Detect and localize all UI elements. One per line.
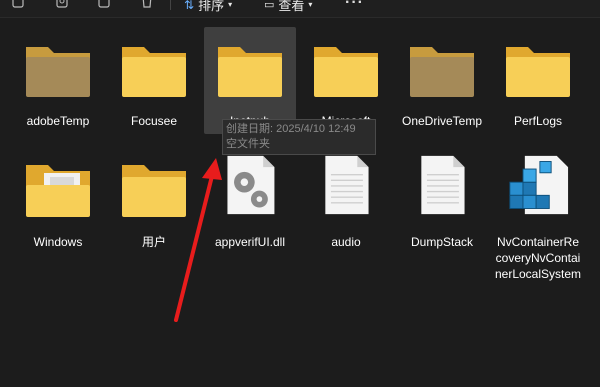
sort-icon: ⇅	[184, 0, 195, 12]
copy-icon[interactable]	[11, 0, 25, 8]
item-label: Focusee	[130, 114, 178, 128]
folder-icon	[314, 47, 378, 97]
command-bar: ⇅ 排序 ▾ ▭ 查看 ▾ ···	[0, 0, 600, 18]
item-label: OneDriveTemp	[401, 114, 483, 128]
item-label: Windows	[33, 235, 83, 249]
more-options-button[interactable]: ···	[345, 0, 364, 12]
folder-icon	[410, 47, 474, 97]
paste-icon[interactable]	[55, 0, 69, 8]
sort-label: 排序	[198, 0, 225, 13]
generic-file-icon	[421, 155, 465, 215]
folder-icon	[26, 47, 90, 97]
folder-item[interactable]: Windows	[10, 150, 106, 260]
item-label: NvContainerRecoveryNvContainerLocalSyste…	[494, 235, 582, 281]
toolbar-separator	[170, 0, 171, 10]
chevron-down-icon: ▾	[308, 0, 313, 9]
windows-folder-icon	[26, 165, 90, 217]
folder-icon	[122, 165, 186, 217]
view-label: 查看	[278, 0, 305, 13]
registry-cube-icon	[509, 155, 569, 215]
file-item[interactable]: DumpStack	[394, 150, 490, 260]
tooltip-created-date: 创建日期: 2025/4/10 12:49	[226, 123, 356, 135]
folder-item[interactable]: 用户	[106, 150, 202, 260]
file-item[interactable]: audio	[298, 150, 394, 260]
item-label: adobeTemp	[26, 114, 90, 128]
folder-item[interactable]: OneDriveTemp	[394, 28, 490, 138]
file-item[interactable]: NvContainerRecoveryNvContainerLocalSyste…	[490, 150, 586, 310]
sort-button[interactable]: ⇅ 排序 ▾	[184, 0, 232, 14]
item-label: DumpStack	[410, 235, 474, 249]
generic-file-icon	[325, 155, 369, 215]
chevron-down-icon: ▾	[228, 0, 233, 9]
folder-item[interactable]: adobeTemp	[10, 28, 106, 138]
share-icon[interactable]	[97, 0, 111, 8]
item-label: appverifUI.dll	[214, 235, 286, 249]
view-icon: ▭	[264, 0, 275, 11]
delete-icon[interactable]	[140, 0, 154, 8]
folder-item[interactable]: Focusee	[106, 28, 202, 138]
item-label: audio	[331, 235, 361, 249]
folder-icon	[506, 47, 570, 97]
item-label: 用户	[141, 235, 166, 249]
file-item[interactable]: appverifUI.dll	[202, 150, 298, 260]
item-label: PerfLogs	[513, 114, 563, 128]
view-button[interactable]: ▭ 查看 ▾	[264, 0, 312, 14]
dll-file-icon	[227, 155, 275, 215]
folder-icon	[122, 47, 186, 97]
folder-icon	[218, 47, 282, 97]
folder-item[interactable]: PerfLogs	[490, 28, 586, 138]
